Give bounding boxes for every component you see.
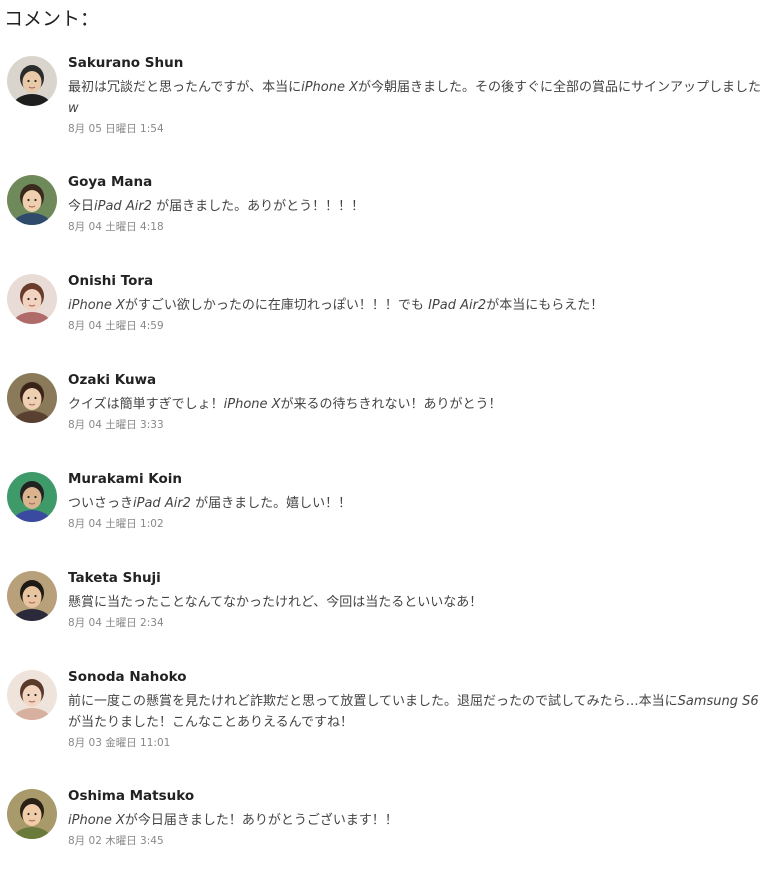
comment-text: 今日iPad Air2 が届きました。ありがとう！！！！	[68, 196, 769, 217]
comment-text-segment: が来るの待ちきれない！ありがとう！	[280, 397, 502, 412]
comment-text: iPhone Xが今日届きました！ありがとうございます！！	[68, 810, 769, 831]
comment-author[interactable]: Murakami Koin	[68, 470, 769, 488]
avatar[interactable]	[7, 274, 57, 324]
comment-body: Oshima Matsuko iPhone Xが今日届きました！ありがとうございま…	[68, 787, 769, 848]
avatar[interactable]	[7, 789, 57, 839]
comment-body: Ozaki Kuwa クイズは簡単すぎでしょ！iPhone Xが来るの待ちきれない…	[68, 371, 769, 432]
comment-author[interactable]: Sakurano Shun	[68, 54, 769, 72]
comment-author[interactable]: Ozaki Kuwa	[68, 371, 769, 389]
product-name: iPhone X	[68, 813, 125, 828]
comment-text-segment: 前に一度この懸賞を見たけれど詐欺だと思って放置していました。退屈だったので試して…	[68, 694, 678, 709]
comment-text-segment: 最初は冗談だと思ったんですが、本当に	[68, 80, 302, 95]
comment-body: Murakami Koin ついさっきiPad Air2 が届きました。嬉しい！！…	[68, 470, 769, 531]
comment-author[interactable]: Oshima Matsuko	[68, 787, 769, 805]
avatar[interactable]	[7, 670, 57, 720]
comment-date: 8月 03 金曜日 11:01	[68, 737, 171, 749]
comment-date: 8月 04 土曜日 1:02	[68, 518, 164, 530]
avatar[interactable]	[7, 571, 57, 621]
product-name: Samsung S6	[677, 694, 759, 709]
comment-text: iPhone Xがすごい欲しかったのに在庫切れっぽい！！！でも IPad Air…	[68, 295, 769, 316]
avatar[interactable]	[7, 56, 57, 106]
comment-body: Sakurano Shun 最初は冗談だと思ったんですが、本当にiPhone Xが…	[68, 54, 769, 136]
comment-date: 8月 04 土曜日 3:33	[68, 419, 164, 431]
product-name: w	[68, 101, 79, 116]
avatar[interactable]	[7, 175, 57, 225]
comment-text-segment: が本当にもらえた！	[486, 298, 604, 313]
comment-date: 8月 04 土曜日 2:34	[68, 617, 164, 629]
product-name: iPhone X	[223, 397, 281, 412]
comment-text: 最初は冗談だと思ったんですが、本当にiPhone Xが今朝届きました。その後すぐ…	[68, 77, 769, 119]
comment-text-segment: 懸賞に当たったことなんてなかったけれど、今回は当たるといいなあ！	[68, 595, 483, 610]
comment-text-segment: クイズは簡単すぎでしょ！	[68, 397, 224, 412]
product-name: iPad Air2	[133, 496, 191, 511]
comment-text-segment: が届きました。嬉しい！！	[190, 496, 352, 511]
comment-text-segment: が今日届きました！ありがとうございます！！	[124, 813, 398, 828]
product-name: iPhone X	[68, 298, 125, 313]
comment-author[interactable]: Onishi Tora	[68, 272, 769, 290]
comment-date: 8月 05 日曜日 1:54	[68, 123, 164, 135]
comment-text: 懸賞に当たったことなんてなかったけれど、今回は当たるといいなあ！	[68, 592, 769, 613]
comment-date: 8月 04 土曜日 4:59	[68, 320, 164, 332]
comment-body: Onishi Tora iPhone Xがすごい欲しかったのに在庫切れっぽい！！！…	[68, 272, 769, 333]
comment-text-segment: が届きました。ありがとう！！！！	[151, 199, 365, 214]
comment-date: 8月 02 木曜日 3:45	[68, 835, 164, 847]
comment-list: Sakurano Shun 最初は冗談だと思ったんですが、本当にiPhone Xが…	[0, 0, 777, 885]
comment-text-segment: 今日	[68, 199, 95, 214]
comment-text-segment: がすごい欲しかったのに在庫切れっぽい！！！でも	[124, 298, 429, 313]
comment-text: クイズは簡単すぎでしょ！iPhone Xが来るの待ちきれない！ありがとう！	[68, 394, 769, 415]
avatar[interactable]	[7, 373, 57, 423]
comment-text-segment: ついさっき	[68, 496, 134, 511]
product-name: iPhone X	[301, 80, 359, 95]
comment-text: 前に一度この懸賞を見たけれど詐欺だと思って放置していました。退屈だったので試して…	[68, 691, 769, 733]
comment-author[interactable]: Taketa Shuji	[68, 569, 769, 587]
comment-text-segment: が当たりました！こんなことありえるんですね！	[68, 715, 353, 730]
comment-author[interactable]: Goya Mana	[68, 173, 769, 191]
avatar[interactable]	[7, 472, 57, 522]
comment-text-segment: が今朝届きました。その後すぐに全部の賞品にサインアップしました	[358, 80, 762, 95]
comment-author[interactable]: Sonoda Nahoko	[68, 668, 769, 686]
comment-date: 8月 04 土曜日 4:18	[68, 221, 164, 233]
comment-body: Taketa Shuji 懸賞に当たったことなんてなかったけれど、今回は当たるとい…	[68, 569, 769, 630]
product-name: IPad Air2	[428, 298, 487, 313]
comment-body: Sonoda Nahoko 前に一度この懸賞を見たけれど詐欺だと思って放置していま…	[68, 668, 769, 750]
comment-body: Goya Mana 今日iPad Air2 が届きました。ありがとう！！！！ 8月 …	[68, 173, 769, 234]
comment-text: ついさっきiPad Air2 が届きました。嬉しい！！	[68, 493, 769, 514]
product-name: iPad Air2	[94, 199, 152, 214]
